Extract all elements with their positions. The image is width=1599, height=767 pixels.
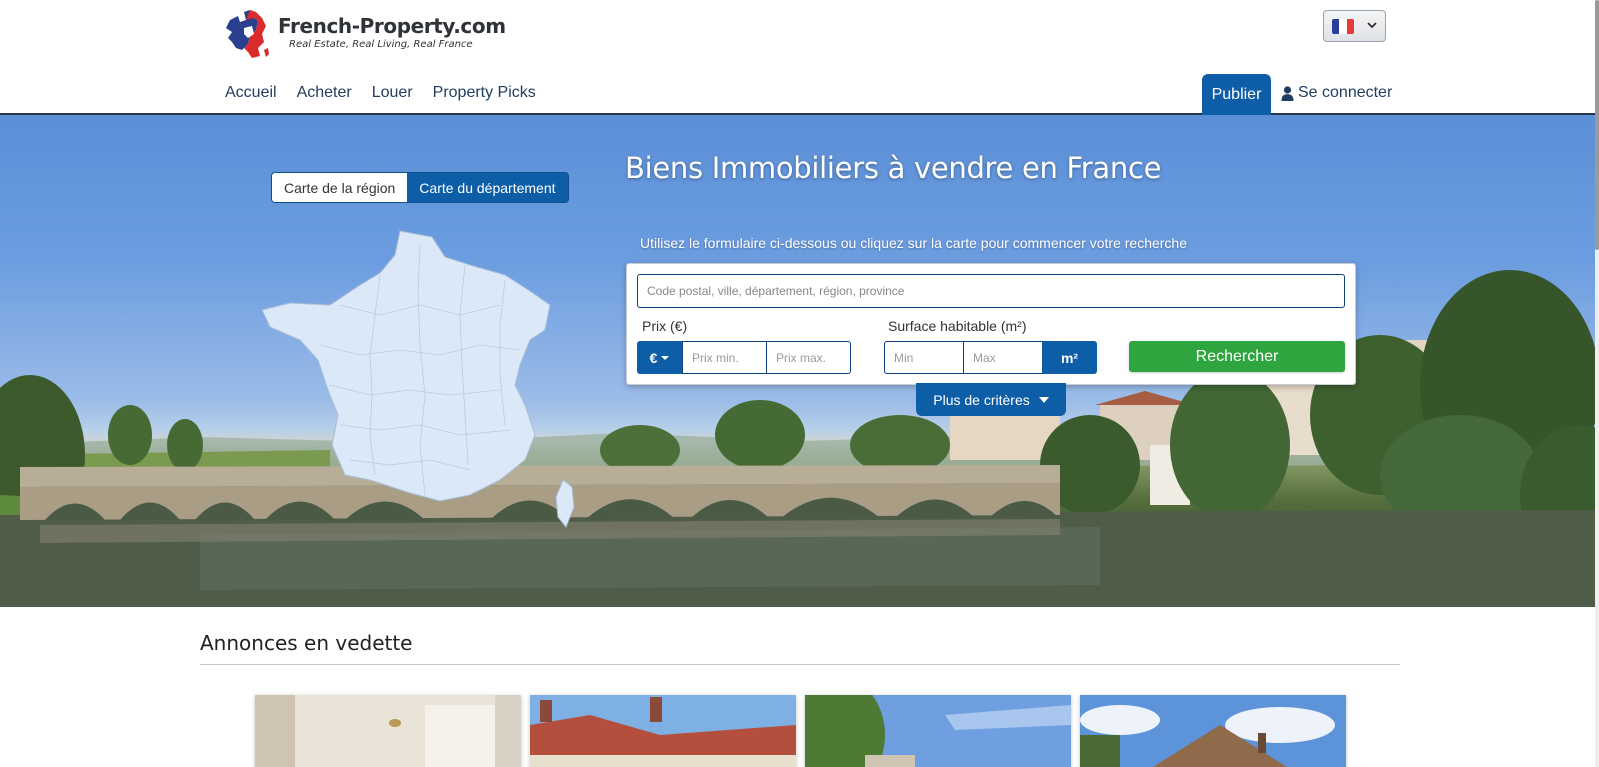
- featured-listing-card[interactable]: [805, 695, 1071, 767]
- login-label: Se connecter: [1298, 84, 1393, 101]
- search-instructions: Utilisez le formulaire ci-dessous ou cli…: [640, 235, 1187, 251]
- featured-section-title: Annonces en vedette: [200, 631, 413, 655]
- logo-tagline: Real Estate, Real Living, Real France: [289, 39, 473, 50]
- price-max-input[interactable]: [766, 341, 851, 374]
- featured-listing-card[interactable]: [530, 695, 796, 767]
- france-logo-icon: [226, 10, 269, 58]
- area-max-input[interactable]: [963, 341, 1043, 374]
- living-area-label: Surface habitable (m²): [888, 318, 1027, 334]
- listing-photo: [255, 695, 521, 767]
- nav-item-louer[interactable]: Louer: [372, 84, 413, 102]
- more-criteria-label: Plus de critères: [933, 391, 1030, 408]
- login-link[interactable]: Se connecter: [1281, 84, 1392, 102]
- caret-down-icon: [661, 355, 670, 360]
- nav-item-acheter[interactable]: Acheter: [297, 84, 352, 102]
- publish-button[interactable]: Publier: [1202, 74, 1271, 115]
- more-criteria-button[interactable]: Plus de critères: [916, 383, 1066, 416]
- section-divider: [200, 664, 1400, 665]
- hero-banner: Carte de la région Carte du département …: [0, 115, 1599, 607]
- currency-dropdown[interactable]: €: [637, 341, 682, 374]
- site-header: French-Property.com Real Estate, Real Li…: [0, 0, 1599, 115]
- featured-listing-card[interactable]: [255, 695, 521, 767]
- featured-listing-card[interactable]: [1080, 695, 1346, 767]
- main-nav: Accueil Acheter Louer Property Picks: [225, 84, 556, 102]
- tab-department-map[interactable]: Carte du département: [407, 173, 568, 202]
- search-form: Prix (€) € Surface habitable (m²) m² Rec…: [626, 263, 1356, 385]
- france-flag-icon: [1332, 18, 1354, 34]
- site-logo[interactable]: French-Property.com Real Estate, Real Li…: [222, 8, 506, 60]
- listing-photo: [805, 695, 1071, 767]
- scrollbar-thumb[interactable]: [1595, 0, 1599, 250]
- map-type-tabs: Carte de la région Carte du département: [271, 172, 569, 203]
- area-unit-button[interactable]: m²: [1042, 341, 1097, 374]
- page-title: Biens Immobiliers à vendre en France: [625, 151, 1162, 185]
- price-label: Prix (€): [642, 318, 688, 334]
- chevron-down-icon: [1367, 22, 1377, 29]
- currency-label: €: [649, 349, 658, 366]
- area-min-input[interactable]: [884, 341, 964, 374]
- price-min-input[interactable]: [682, 341, 767, 374]
- nav-item-property-picks[interactable]: Property Picks: [433, 84, 536, 102]
- search-button[interactable]: Rechercher: [1129, 341, 1345, 372]
- user-icon: [1281, 85, 1294, 101]
- tab-region-map[interactable]: Carte de la région: [272, 173, 408, 202]
- language-selector[interactable]: [1323, 10, 1386, 42]
- location-search-input[interactable]: [637, 274, 1345, 308]
- nav-item-accueil[interactable]: Accueil: [225, 84, 277, 102]
- caret-down-icon: [1038, 396, 1049, 403]
- listing-photo: [530, 695, 796, 767]
- logo-name: French-Property.com: [278, 14, 506, 38]
- listing-photo: [1080, 695, 1346, 767]
